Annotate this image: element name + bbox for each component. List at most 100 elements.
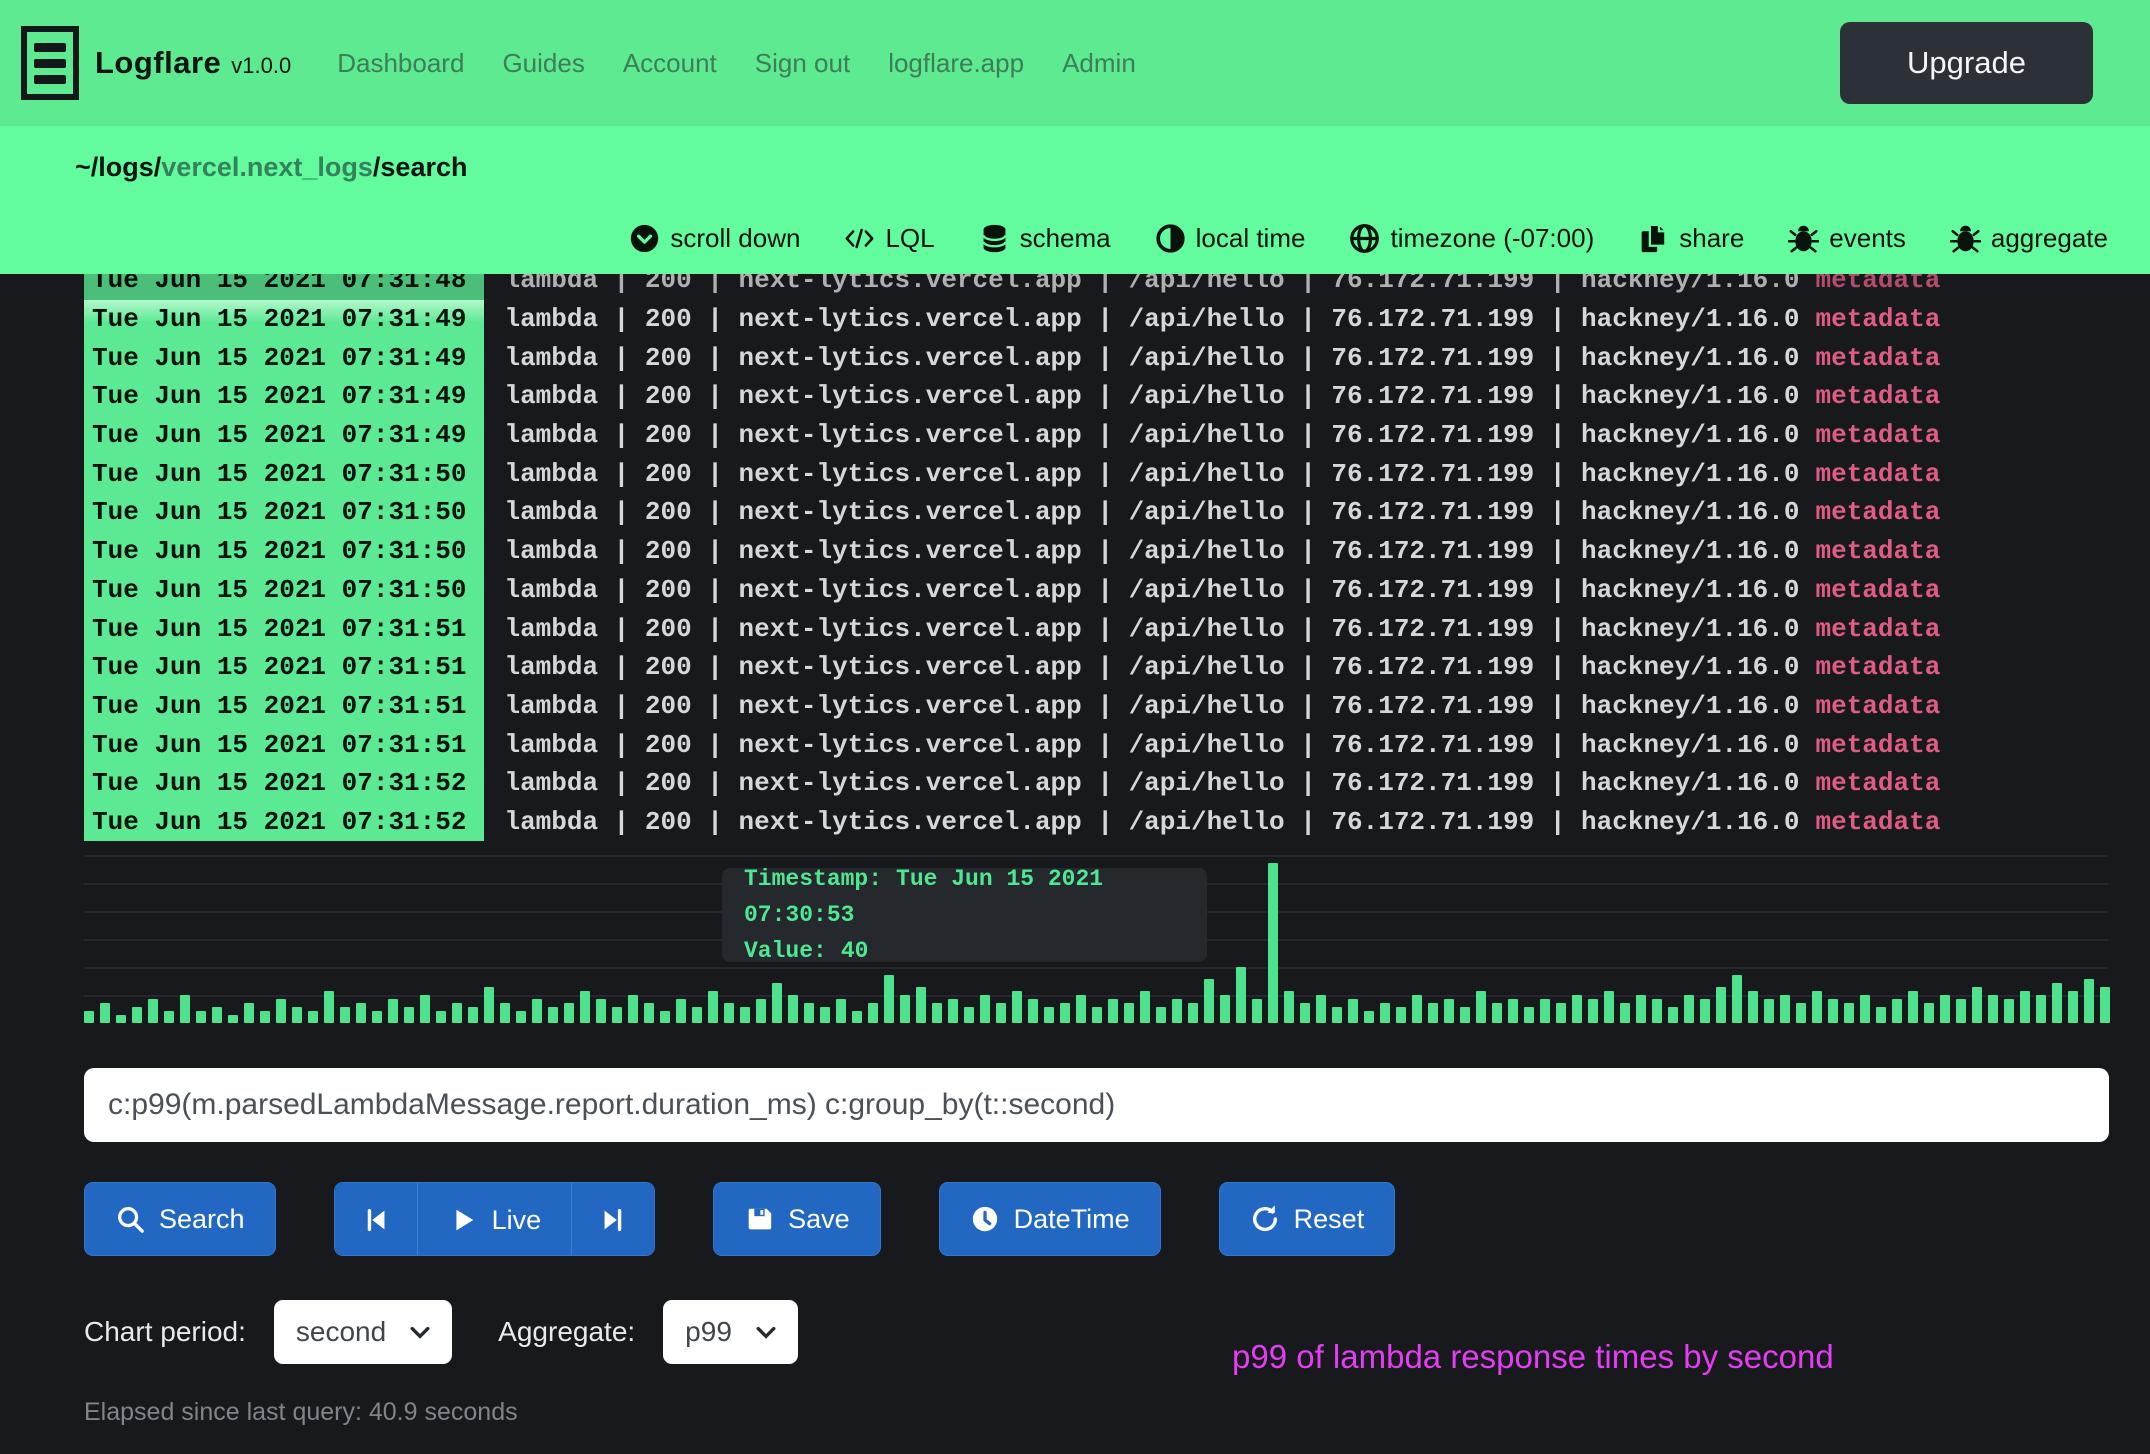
- histogram-bar[interactable]: [1476, 991, 1486, 1023]
- histogram-bar[interactable]: [1620, 1003, 1630, 1023]
- histogram-bar[interactable]: [1556, 1003, 1566, 1023]
- histogram-bar[interactable]: [1092, 1007, 1102, 1023]
- metadata-link[interactable]: metadata: [1815, 730, 1940, 760]
- histogram-bar[interactable]: [692, 1007, 702, 1023]
- histogram-bar[interactable]: [1668, 1007, 1678, 1023]
- histogram-bar[interactable]: [1892, 999, 1902, 1023]
- tool-timezone-07-00[interactable]: timezone (-07:00): [1349, 223, 1594, 254]
- histogram-bar[interactable]: [2068, 991, 2078, 1023]
- histogram-bar[interactable]: [1636, 995, 1646, 1023]
- histogram-bar[interactable]: [132, 1007, 142, 1023]
- histogram-bar[interactable]: [1540, 999, 1550, 1023]
- histogram-bar[interactable]: [900, 995, 910, 1023]
- histogram-bar[interactable]: [580, 991, 590, 1023]
- logflare-logo[interactable]: [21, 26, 79, 100]
- histogram-bar[interactable]: [1444, 999, 1454, 1023]
- histogram-bar[interactable]: [772, 983, 782, 1023]
- histogram-bar[interactable]: [2020, 991, 2030, 1023]
- histogram-bar[interactable]: [1796, 1003, 1806, 1023]
- histogram-bar[interactable]: [1972, 987, 1982, 1023]
- histogram-bar[interactable]: [1044, 1007, 1054, 1023]
- histogram-bar[interactable]: [1860, 995, 1870, 1023]
- histogram-bar[interactable]: [308, 1011, 318, 1023]
- histogram-bar[interactable]: [2004, 999, 2014, 1023]
- histogram-bar[interactable]: [84, 1011, 94, 1023]
- histogram-bar[interactable]: [740, 1007, 750, 1023]
- histogram-bar[interactable]: [660, 1011, 670, 1023]
- histogram-bar[interactable]: [276, 999, 286, 1023]
- metadata-link[interactable]: metadata: [1815, 807, 1940, 837]
- histogram-bar[interactable]: [788, 995, 798, 1023]
- histogram-bar[interactable]: [1924, 1003, 1934, 1023]
- live-button[interactable]: Live: [417, 1183, 572, 1256]
- histogram-bar[interactable]: [1204, 979, 1214, 1023]
- histogram-bar[interactable]: [1268, 863, 1278, 1023]
- histogram-bar[interactable]: [292, 1007, 302, 1023]
- nav-link-sign-out[interactable]: Sign out: [755, 48, 850, 79]
- histogram-bar[interactable]: [1124, 1003, 1134, 1023]
- histogram-bar[interactable]: [420, 995, 430, 1023]
- histogram-bar[interactable]: [884, 975, 894, 1023]
- breadcrumb[interactable]: ~/logs/vercel.next_logs/search: [75, 152, 2108, 183]
- tool-share[interactable]: share: [1638, 223, 1744, 254]
- histogram-bar[interactable]: [1252, 999, 1262, 1023]
- histogram-bar[interactable]: [676, 999, 686, 1023]
- histogram-bar[interactable]: [1172, 999, 1182, 1023]
- histogram-bar[interactable]: [996, 1003, 1006, 1023]
- tool-events[interactable]: events: [1788, 223, 1906, 254]
- histogram-bar[interactable]: [932, 1003, 942, 1023]
- histogram-bar[interactable]: [1844, 1003, 1854, 1023]
- metadata-link[interactable]: metadata: [1815, 691, 1940, 721]
- histogram-bar[interactable]: [164, 1011, 174, 1023]
- histogram-bar[interactable]: [1764, 999, 1774, 1023]
- histogram-bar[interactable]: [868, 1003, 878, 1023]
- histogram-bar[interactable]: [1492, 1003, 1502, 1023]
- histogram-bar[interactable]: [1780, 995, 1790, 1023]
- histogram-bar[interactable]: [1412, 995, 1422, 1023]
- tool-lql[interactable]: LQL: [844, 223, 934, 254]
- histogram-bar[interactable]: [1140, 991, 1150, 1023]
- histogram-bar[interactable]: [484, 987, 494, 1023]
- nav-link-account[interactable]: Account: [623, 48, 717, 79]
- histogram-bar[interactable]: [1396, 1007, 1406, 1023]
- tool-aggregate[interactable]: aggregate: [1950, 223, 2108, 254]
- histogram-bar[interactable]: [1300, 1003, 1310, 1023]
- upgrade-button[interactable]: Upgrade: [1840, 22, 2093, 104]
- histogram-bar[interactable]: [1108, 999, 1118, 1023]
- histogram-bar[interactable]: [1684, 995, 1694, 1023]
- histogram-bar[interactable]: [724, 1003, 734, 1023]
- histogram-bar[interactable]: [324, 991, 334, 1023]
- histogram-bar[interactable]: [1188, 1003, 1198, 1023]
- histogram-bar[interactable]: [1508, 999, 1518, 1023]
- histogram-bar[interactable]: [948, 999, 958, 1023]
- histogram-bar[interactable]: [836, 999, 846, 1023]
- tool-local-time[interactable]: local time: [1155, 223, 1306, 254]
- histogram-bar[interactable]: [148, 999, 158, 1023]
- histogram-bar[interactable]: [1716, 987, 1726, 1023]
- metadata-link[interactable]: metadata: [1815, 304, 1940, 334]
- histogram-bar[interactable]: [1284, 991, 1294, 1023]
- histogram-bar[interactable]: [340, 1007, 350, 1023]
- histogram-bar[interactable]: [356, 1003, 366, 1023]
- histogram-bar[interactable]: [1076, 995, 1086, 1023]
- histogram-bar[interactable]: [628, 995, 638, 1023]
- nav-link-admin[interactable]: Admin: [1062, 48, 1136, 79]
- histogram-bar[interactable]: [1316, 995, 1326, 1023]
- histogram-bar[interactable]: [1876, 1007, 1886, 1023]
- aggregate-select[interactable]: p99: [663, 1300, 798, 1364]
- histogram-bar[interactable]: [1236, 967, 1246, 1023]
- histogram-bar[interactable]: [1156, 1007, 1166, 1023]
- histogram-bar[interactable]: [644, 1003, 654, 1023]
- search-button[interactable]: Search: [84, 1182, 276, 1256]
- reset-button[interactable]: Reset: [1219, 1182, 1396, 1256]
- histogram-bar[interactable]: [2100, 987, 2110, 1023]
- metadata-link[interactable]: metadata: [1815, 768, 1940, 798]
- metadata-link[interactable]: metadata: [1815, 381, 1940, 411]
- histogram-bar[interactable]: [2052, 983, 2062, 1023]
- histogram-bar[interactable]: [1588, 999, 1598, 1023]
- histogram-bar[interactable]: [1908, 991, 1918, 1023]
- search-input[interactable]: [84, 1068, 2109, 1142]
- histogram-bar[interactable]: [436, 1011, 446, 1023]
- histogram-bar[interactable]: [1604, 991, 1614, 1023]
- histogram-bar[interactable]: [852, 1011, 862, 1023]
